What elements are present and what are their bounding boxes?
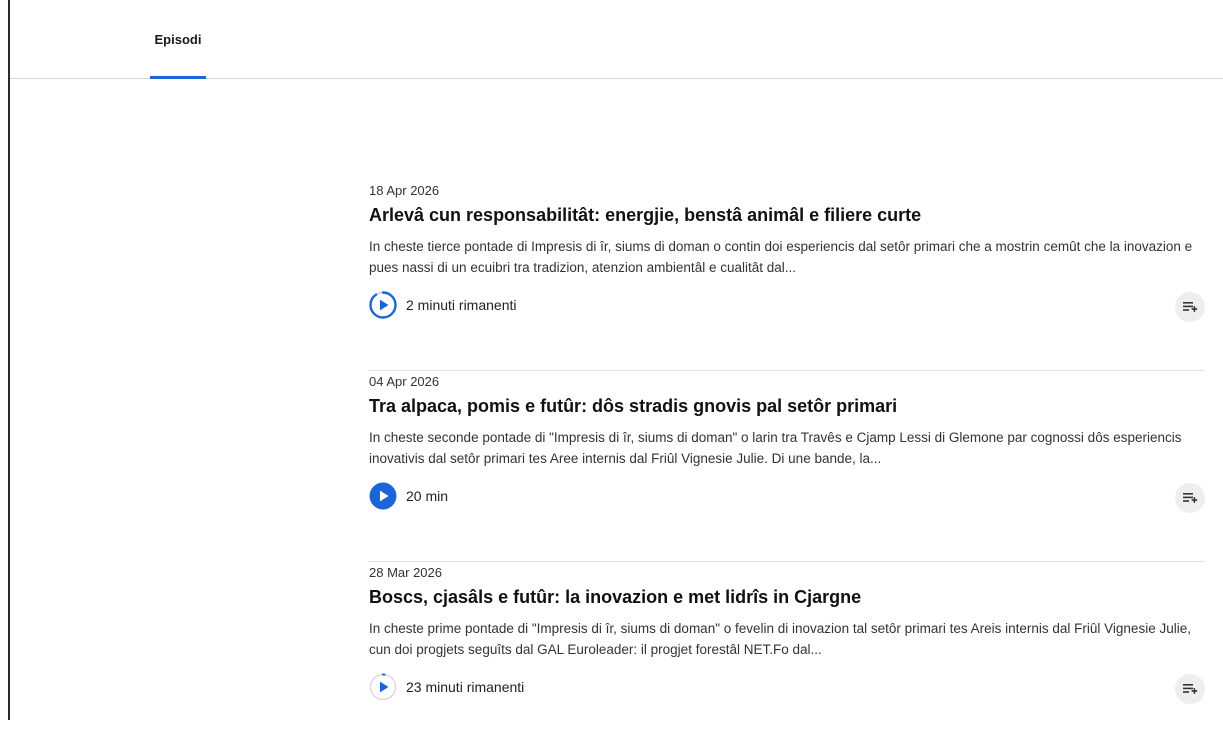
tab-label: Episodi (154, 32, 202, 47)
episode-date: 04 Apr 2026 (369, 374, 440, 389)
episode-date: 28 Mar 2026 (369, 565, 442, 580)
episode-description: In cheste seconde pontade di "Impresis d… (369, 430, 1182, 466)
episode-description: In cheste prime pontade di "Impresis di … (369, 621, 1191, 657)
episode-duration: 20 min (406, 488, 449, 504)
episode-controls: 20 min (369, 481, 1205, 513)
add-to-queue-icon (1183, 302, 1198, 312)
play-button[interactable] (369, 482, 397, 510)
episode-list: 18 Apr 2026 Arlevâ cun responsabilitât: … (369, 180, 1205, 752)
episode-title[interactable]: Tra alpaca, pomis e futûr: dôs stradis g… (369, 396, 897, 417)
play-progress-icon (369, 673, 397, 701)
add-to-queue-button[interactable] (1175, 483, 1205, 513)
play-icon (369, 482, 397, 510)
tab-bar: Episodi (10, 0, 1223, 79)
tab-episodi[interactable]: Episodi (150, 0, 206, 79)
episode-item: 18 Apr 2026 Arlevâ cun responsabilitât: … (369, 180, 1205, 371)
episode-controls: 23 minuti rimanenti (369, 672, 1205, 704)
add-to-queue-button[interactable] (1175, 292, 1205, 322)
episode-date: 18 Apr 2026 (369, 183, 440, 198)
play-progress-icon (369, 291, 397, 319)
episode-duration: 2 minuti rimanenti (406, 297, 517, 313)
episode-description: In cheste tierce pontade di Impresis di … (369, 239, 1193, 275)
episode-duration: 23 minuti rimanenti (406, 679, 525, 695)
episode-item: 04 Apr 2026 Tra alpaca, pomis e futûr: d… (369, 371, 1205, 562)
episode-title[interactable]: Arlevâ cun responsabilitât: energjie, be… (369, 205, 921, 226)
play-button[interactable] (369, 291, 397, 319)
play-button[interactable] (369, 673, 397, 701)
active-tab-indicator (150, 76, 206, 79)
left-border (8, 0, 10, 720)
episode-item: 28 Mar 2026 Boscs, cjasâls e futûr: la i… (369, 562, 1205, 752)
add-to-queue-button[interactable] (1175, 674, 1205, 704)
add-to-queue-icon (1183, 493, 1198, 503)
add-to-queue-icon (1183, 684, 1198, 694)
episode-controls: 2 minuti rimanenti (369, 290, 1205, 322)
episode-title[interactable]: Boscs, cjasâls e futûr: la inovazion e m… (369, 587, 861, 608)
